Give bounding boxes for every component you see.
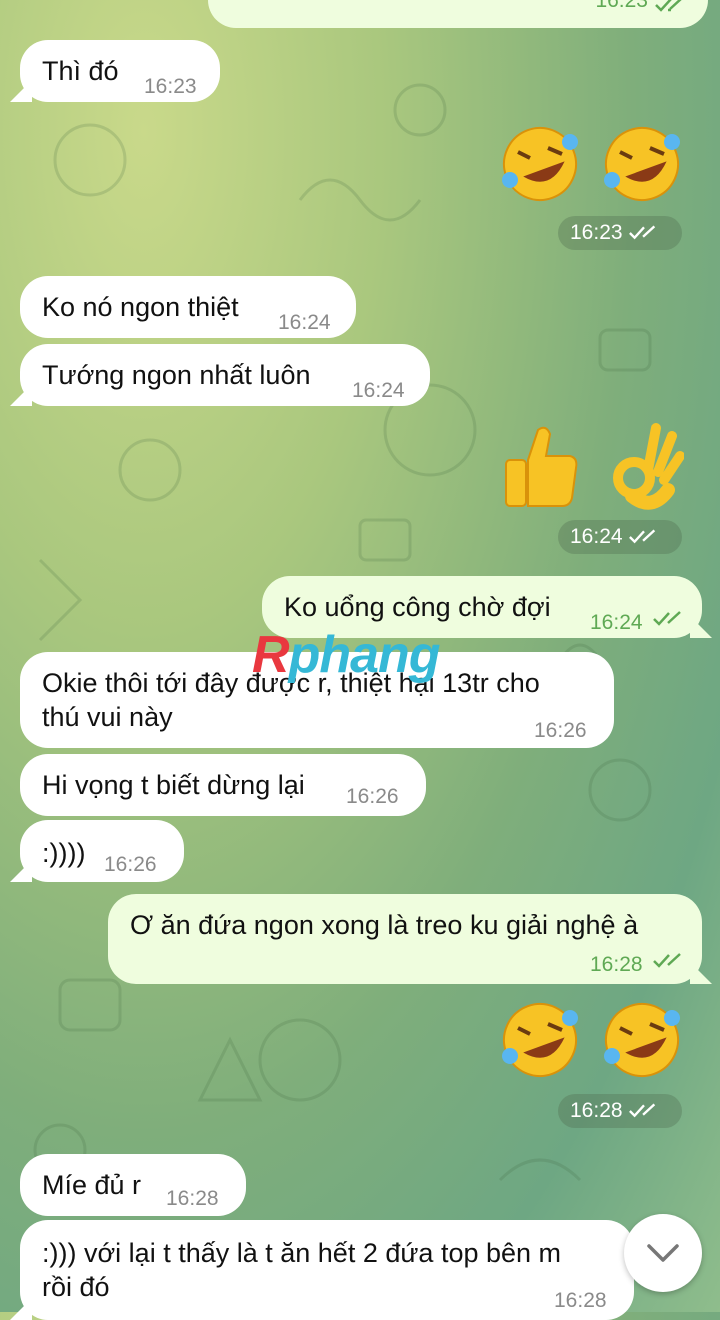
message-text-line: :))) với lại t thấy là t ăn hết 2 đứa to… <box>42 1238 562 1268</box>
message-text-line: thú vui này <box>42 702 173 732</box>
double-check-icon <box>653 611 681 626</box>
message-text: :)))) <box>42 838 86 868</box>
message-bubble-partial[interactable]: 16:23 <box>208 0 708 28</box>
message-time: 16:26 <box>534 719 587 742</box>
message-text: Ko uổng công chờ đợi <box>284 592 551 622</box>
message-text-line: rồi đó <box>42 1272 110 1302</box>
double-check-icon <box>655 0 682 12</box>
message-bubble-incoming[interactable]: Míe đủ r 16:28 <box>20 1154 246 1216</box>
message-time-pill: 16:24 <box>558 520 682 554</box>
watermark-part: R <box>252 626 290 684</box>
message-time: 16:26 <box>104 853 157 876</box>
thumbs-up-emoji-icon[interactable] <box>498 420 582 510</box>
message-time: 16:23 <box>144 75 197 98</box>
double-check-icon <box>629 225 656 240</box>
chevron-down-icon <box>647 1244 679 1262</box>
message-time-pill: 16:23 <box>558 216 682 250</box>
message-time: 16:28 <box>554 1289 607 1312</box>
message-text: Tướng ngon nhất luôn <box>42 360 311 390</box>
message-bubble-incoming[interactable]: Thì đó 16:23 <box>20 40 220 102</box>
message-time: 16:23 <box>595 0 648 12</box>
watermark-part: phang <box>288 626 441 684</box>
message-time: 16:28 <box>590 953 643 976</box>
message-bubble-incoming[interactable]: :))) với lại t thấy là t ăn hết 2 đứa to… <box>20 1220 634 1320</box>
rofl-emoji-icon[interactable] <box>600 122 684 206</box>
message-text: Ơ ăn đứa ngon xong là treo ku giải nghệ … <box>130 910 639 940</box>
message-time: 16:24 <box>352 379 405 402</box>
message-bubble-incoming[interactable]: Hi vọng t biết dừng lại 16:26 <box>20 754 426 816</box>
message-time: 16:24 <box>278 311 331 334</box>
message-bubble-incoming[interactable]: :)))) 16:26 <box>20 820 184 882</box>
message-time-pill: 16:28 <box>558 1094 682 1128</box>
message-time: 16:24 <box>590 611 643 634</box>
rofl-emoji-icon[interactable] <box>498 122 582 206</box>
message-time: 16:28 <box>166 1187 219 1210</box>
message-bubble-incoming[interactable]: Ko nó ngon thiệt 16:24 <box>20 276 356 338</box>
message-time: 16:26 <box>346 785 399 808</box>
message-text: Ko nó ngon thiệt <box>42 292 239 322</box>
message-bubble-outgoing[interactable]: Ơ ăn đứa ngon xong là treo ku giải nghệ … <box>108 894 702 984</box>
message-time: 16:23 <box>570 221 623 244</box>
ok-hand-emoji-icon[interactable] <box>604 420 684 516</box>
message-text: Míe đủ r <box>42 1170 142 1200</box>
double-check-icon <box>629 1103 656 1118</box>
message-text: Hi vọng t biết dừng lại <box>42 770 305 800</box>
message-time: 16:24 <box>570 525 623 548</box>
rofl-emoji-icon[interactable] <box>600 998 684 1082</box>
rofl-emoji-icon[interactable] <box>498 998 582 1082</box>
double-check-icon <box>653 953 681 968</box>
message-text: Thì đó <box>42 56 119 86</box>
double-check-icon <box>629 529 656 544</box>
watermark-logo: Rphang <box>252 625 441 685</box>
scroll-to-bottom-button[interactable] <box>624 1214 702 1292</box>
message-time: 16:28 <box>570 1099 623 1122</box>
message-bubble-incoming[interactable]: Tướng ngon nhất luôn 16:24 <box>20 344 430 406</box>
